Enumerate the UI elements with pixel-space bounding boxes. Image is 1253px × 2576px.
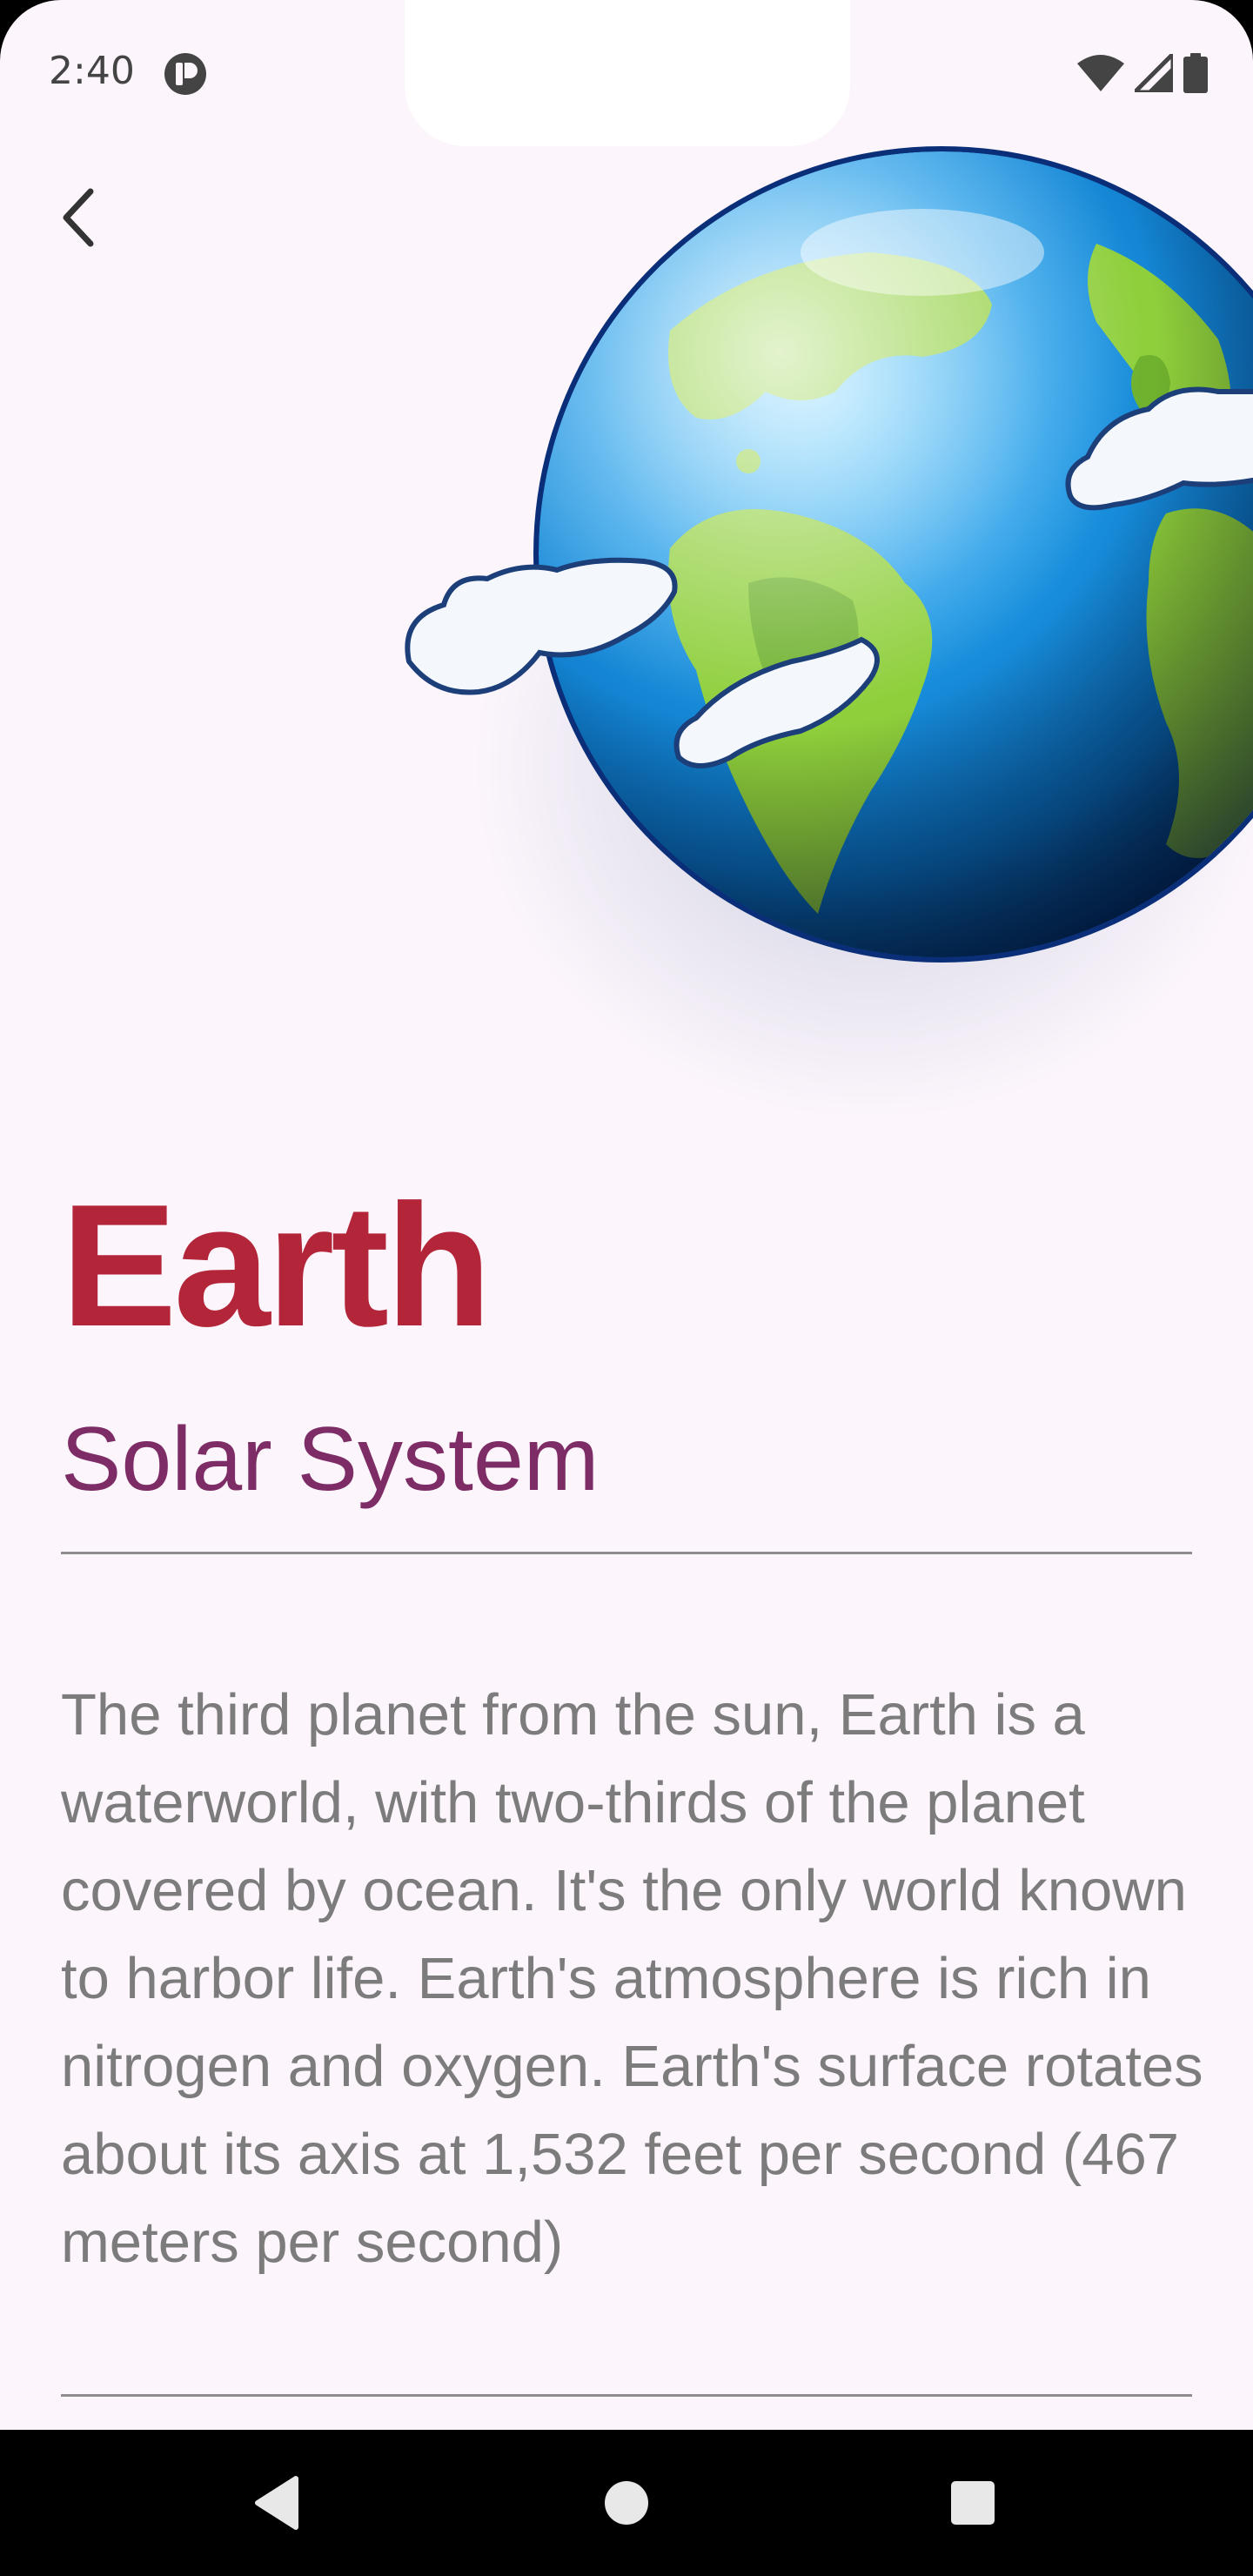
- chevron-left-icon: [63, 188, 94, 247]
- status-bar: 2:40: [0, 0, 1253, 148]
- divider: [61, 2394, 1192, 2397]
- square-recents-icon: [951, 2481, 995, 2525]
- planet-description: The third planet from the sun, Earth is …: [61, 1682, 1203, 2275]
- nav-back-button[interactable]: [207, 2430, 346, 2576]
- circle-home-icon: [605, 2481, 648, 2525]
- back-button[interactable]: [35, 174, 122, 261]
- nav-home-button[interactable]: [557, 2430, 696, 2576]
- status-icons: [1077, 48, 1208, 97]
- planet-title: Earth: [61, 1169, 492, 1363]
- wifi-icon: [1077, 54, 1124, 96]
- planet-category: Solar System: [61, 1409, 600, 1510]
- system-nav-bar: [0, 2430, 1253, 2576]
- camera-notch: [405, 0, 850, 146]
- signal-icon: [1129, 48, 1176, 97]
- earth-illustration: [405, 146, 1253, 963]
- nav-recents-button[interactable]: [903, 2430, 1042, 2576]
- divider: [61, 1552, 1192, 1554]
- app-screen: 2:40 Earth Solar System The third planet…: [0, 0, 1253, 2576]
- status-time: 2:40: [49, 49, 135, 93]
- notification-icon: [164, 52, 207, 96]
- planet-image: [383, 131, 1253, 1218]
- triangle-back-icon: [255, 2476, 298, 2530]
- battery-icon: [1183, 52, 1208, 97]
